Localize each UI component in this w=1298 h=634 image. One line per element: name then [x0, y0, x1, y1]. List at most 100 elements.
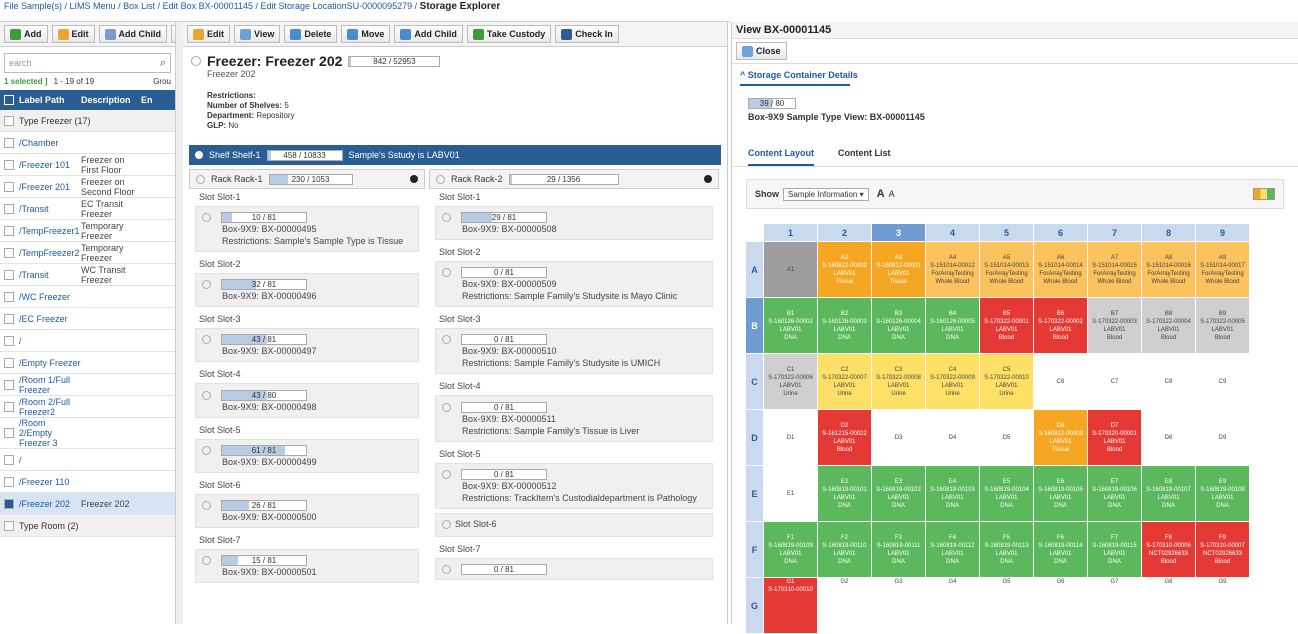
radio[interactable] [202, 500, 211, 510]
slot-content[interactable]: 0 / 81 Box-9X9: BX-00000511 Restrictions: … [435, 395, 713, 442]
grid-cell[interactable]: C2 S-170322-00007 LABV01 Urine [817, 353, 872, 410]
radio[interactable] [442, 213, 451, 223]
grid-cell[interactable]: D3 [871, 409, 926, 466]
row-checkbox[interactable] [4, 181, 14, 192]
grid-cell[interactable]: D8 [1141, 409, 1196, 466]
row-checkbox[interactable] [4, 498, 14, 509]
slot-content[interactable]: 32 / 81 Box-9X9: BX-00000496 [195, 273, 419, 308]
grid-cell[interactable]: A3 S-160812-00001 LABV01 Tissue [871, 241, 926, 298]
grid-cell[interactable]: G8 [1141, 577, 1196, 634]
row-checkbox[interactable] [4, 291, 14, 302]
slot-content[interactable]: 0 / 81 Box-9X9: BX-00000510 Restrictions: … [435, 328, 713, 375]
list-item[interactable]: /Chamber [0, 132, 175, 154]
row-checkbox[interactable] [4, 476, 14, 487]
add-child-button[interactable]: Add Child [394, 25, 463, 43]
radio[interactable] [202, 390, 211, 400]
close-button[interactable]: Close [736, 42, 787, 60]
slot-content[interactable]: 43 / 81 Box-9X9: BX-00000497 [195, 328, 419, 363]
grid-cell[interactable]: G1 S-170310-00010 [763, 577, 818, 634]
list-item[interactable]: /Room 1/Full Freezer [0, 374, 175, 396]
grid-cell[interactable]: E8 S-160819-00107 LABV01 DNA [1141, 465, 1196, 522]
grid-cell[interactable]: F3 S-160819-00111 LABV01 DNA [871, 521, 926, 578]
grid-cell[interactable]: A5 S-151014-00013 ForArrayTesting Whole Blo… [979, 241, 1034, 298]
list-item[interactable]: /Freezer 201 Freezer on Second Floor [0, 176, 175, 198]
list-item[interactable]: /Freezer 202 Freezer 202 [0, 493, 175, 515]
show-select[interactable]: Sample Information ▾ [783, 187, 869, 201]
row-checkbox[interactable] [4, 247, 14, 258]
rack-header[interactable]: Rack Rack-1 230 / 1053 [189, 169, 425, 189]
more-button[interactable]: L [171, 25, 175, 43]
section-header[interactable]: ^ Storage Container Details [732, 64, 1298, 80]
edit-button[interactable]: Edit [51, 25, 95, 43]
radio[interactable] [202, 213, 211, 223]
radio[interactable] [196, 174, 205, 184]
grid-cell[interactable]: E4 S-160819-00103 LABV01 DNA [925, 465, 980, 522]
slot-content[interactable]: 0 / 81 [435, 557, 713, 580]
grid-cell[interactable]: G7 [1087, 577, 1142, 634]
list-item[interactable]: /Room 2/Empty Freezer 3 [0, 418, 175, 449]
grid-cell[interactable]: C4 S-170322-00009 LABV01 Urine [925, 353, 980, 410]
add-child-button[interactable]: Add Child [98, 25, 167, 43]
radio[interactable] [442, 335, 451, 345]
grid-cell[interactable]: F4 S-160819-00112 LABV01 DNA [925, 521, 980, 578]
list-item[interactable]: /EC Freezer [0, 308, 175, 330]
row-checkbox[interactable] [4, 115, 14, 126]
list-item[interactable]: /TempFreezer1 Temporary Freezer [0, 220, 175, 242]
grid-cell[interactable]: B1 S-160126-00002 LABV01 DNA [763, 297, 818, 354]
grid-cell[interactable]: G9 [1195, 577, 1250, 634]
slot-content[interactable]: Slot Slot-6 [435, 512, 713, 537]
view-button[interactable]: View [234, 25, 281, 43]
grid-cell[interactable]: E3 S-160819-00102 LABV01 DNA [871, 465, 926, 522]
row-checkbox[interactable] [4, 225, 14, 236]
grid-cell[interactable]: D7 S-170320-00001 LABV01 Blood [1087, 409, 1142, 466]
radio[interactable] [191, 56, 201, 66]
row-checkbox[interactable] [4, 137, 14, 148]
grid-cell[interactable]: D5 [979, 409, 1034, 466]
list-item[interactable]: /WC Freezer [0, 286, 175, 308]
slot-content[interactable]: 0 / 81 Box-9X9: BX-00000509 Restrictions: … [435, 261, 713, 308]
slot-content[interactable]: 26 / 81 Box-9X9: BX-00000500 [195, 493, 419, 528]
grid-cell[interactable]: E5 S-160819-00104 LABV01 DNA [979, 465, 1034, 522]
slot-content[interactable]: 10 / 81 Box-9X9: BX-00000495 Restrictions:… [195, 206, 419, 253]
row-checkbox[interactable] [4, 401, 14, 412]
grid-cell[interactable]: D6 S-160812-00003 LABV01 Tissue [1033, 409, 1088, 466]
grid-cell[interactable]: A6 S-151014-00014 ForArrayTesting Whole Blo… [1033, 241, 1088, 298]
grid-cell[interactable]: B8 S-170322-00004 LABV01 Blood [1141, 297, 1196, 354]
slot-content[interactable]: 43 / 80 Box-9X9: BX-00000498 [195, 383, 419, 418]
grid-cell[interactable]: A4 S-151014-00012 ForArrayTesting Whole Blo… [925, 241, 980, 298]
grid-cell[interactable]: D9 [1195, 409, 1250, 466]
delete-button[interactable]: Delete [284, 25, 338, 43]
grid-cell[interactable]: C1 S-170322-00006 LABV01 Urine [763, 353, 818, 410]
color-legend-icon[interactable] [1253, 188, 1275, 201]
radio[interactable] [442, 564, 451, 574]
grid-cell[interactable]: A1 [763, 241, 818, 298]
grid-cell[interactable]: E7 S-160819-00106 LABV01 DNA [1087, 465, 1142, 522]
grid-cell[interactable]: B2 S-160126-00003 LABV01 DNA [817, 297, 872, 354]
row-checkbox[interactable] [4, 379, 14, 390]
list-item[interactable]: /Freezer 101 Freezer on First Floor [0, 154, 175, 176]
breadcrumb-link[interactable]: Edit Storage LocationSU-0000095279 [261, 1, 413, 11]
row-checkbox[interactable] [4, 269, 14, 280]
row-checkbox[interactable] [4, 454, 14, 465]
row-checkbox[interactable] [4, 159, 14, 170]
grid-cell[interactable]: C8 [1141, 353, 1196, 410]
grid-cell[interactable]: F1 S-160819-00109 LABV01 DNA [763, 521, 818, 578]
move-button[interactable]: Move [341, 25, 391, 43]
grid-cell[interactable]: F2 S-160819-00110 LABV01 DNA [817, 521, 872, 578]
breadcrumb-link[interactable]: Edit Box BX-00001145 [163, 1, 253, 11]
collapse-icon[interactable] [410, 175, 418, 183]
list-item[interactable]: /Freezer 110 [0, 471, 175, 493]
radio[interactable] [195, 151, 203, 159]
splitter[interactable] [176, 22, 183, 624]
slot-content[interactable]: 29 / 81 Box-9X9: BX-00000508 [435, 206, 713, 241]
grid-cell[interactable]: C6 [1033, 353, 1088, 410]
grid-cell[interactable]: B4 S-160126-00005 LABV01 DNA [925, 297, 980, 354]
list-item[interactable]: / [0, 449, 175, 471]
radio[interactable] [202, 335, 211, 345]
grid-cell[interactable]: F9 S-170310-00007 NCT02926633 Blood [1195, 521, 1250, 578]
column-header[interactable]: Description [81, 95, 141, 105]
tab-content-layout[interactable]: Content Layout [748, 148, 814, 167]
list-item[interactable]: /Room 2/Full Freezer2 [0, 396, 175, 418]
grid-cell[interactable]: B6 S-170322-00002 LABV01 Blood [1033, 297, 1088, 354]
grid-cell[interactable]: F8 S-170310-00006 NCT02926633 Blood [1141, 521, 1196, 578]
